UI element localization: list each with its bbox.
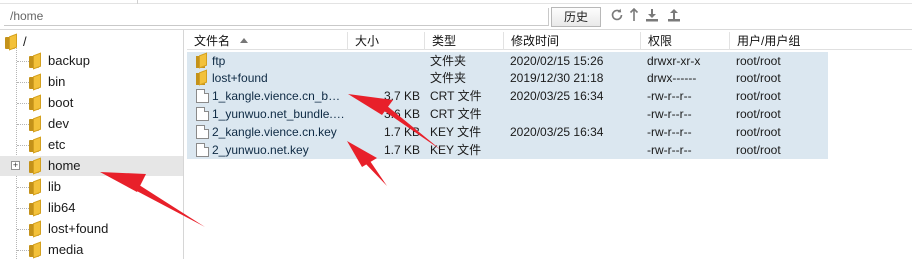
file-name: 2_kangle.vience.cn.key [212, 125, 337, 139]
tree-item-label: bin [48, 74, 66, 89]
file-icon [196, 89, 209, 103]
tree-item-label: boot [48, 95, 74, 110]
file-icon [196, 107, 209, 121]
file-list: 文件名 大小 类型 修改时间 权限 用户/用户组 ftp 文件夹 2020/02… [187, 30, 912, 259]
directory-tree: / backup bin boot dev etc + home lib lib [0, 30, 184, 259]
tree-item-lib64[interactable]: lib64 [0, 198, 183, 218]
tree-item-bin[interactable]: bin [0, 72, 183, 92]
folder-icon [29, 52, 45, 70]
file-perms: -rw-r--r-- [647, 107, 692, 121]
file-modified: 2020/03/25 16:34 [510, 89, 604, 103]
folder-icon [29, 199, 45, 217]
column-header-size[interactable]: 大小 [347, 32, 424, 50]
file-type: KEY 文件 [430, 125, 482, 139]
column-header-type[interactable]: 类型 [424, 32, 503, 50]
file-row[interactable]: 1_kangle.vience.cn_bundle.crt 3.7 KB CRT… [187, 87, 828, 105]
folder-open-icon [5, 33, 21, 51]
file-size: 3.6 KB [383, 107, 420, 121]
upload-icon[interactable] [666, 7, 682, 23]
file-icon [196, 125, 209, 139]
folder-icon [196, 69, 209, 86]
file-list-header: 文件名 大小 类型 修改时间 权限 用户/用户组 [187, 32, 912, 50]
file-perms: drwx------ [647, 71, 697, 85]
file-icon [196, 143, 209, 157]
file-owner: root/root [736, 125, 781, 139]
file-name: 1_kangle.vience.cn_bundle.crt [212, 89, 345, 103]
folder-icon [29, 73, 45, 91]
tree-item-root[interactable]: / [0, 32, 183, 52]
file-size: 1.7 KB [383, 143, 420, 157]
tree-item-lib[interactable]: lib [0, 177, 183, 197]
folder-icon [29, 136, 45, 154]
folder-icon [29, 157, 45, 175]
column-header-perms[interactable]: 权限 [640, 32, 729, 50]
file-row[interactable]: 1_yunwuo.net_bundle.crt 3.6 KB CRT 文件 -r… [187, 105, 828, 123]
tree-item-label: dev [48, 116, 69, 131]
file-owner: root/root [736, 107, 781, 121]
refresh-icon[interactable] [609, 7, 625, 23]
download-icon[interactable] [644, 7, 660, 23]
tree-item-home[interactable]: + home [0, 156, 183, 176]
up-icon[interactable] [626, 7, 642, 23]
column-header-owner[interactable]: 用户/用户组 [729, 32, 912, 50]
tree-item-dev[interactable]: dev [0, 114, 183, 134]
tree-item-label: etc [48, 137, 66, 152]
file-name: 1_yunwuo.net_bundle.crt [212, 107, 345, 121]
file-row[interactable]: lost+found 文件夹 2019/12/30 21:18 drwx----… [187, 69, 828, 87]
file-size: 1.7 KB [383, 125, 420, 139]
file-owner: root/root [736, 143, 781, 157]
tree-item-label: / [23, 34, 27, 49]
file-modified: 2020/02/15 15:26 [510, 54, 604, 68]
file-type: 文件夹 [430, 54, 467, 68]
tab-strip [0, 0, 912, 4]
file-perms: -rw-r--r-- [647, 89, 692, 103]
tree-item-media[interactable]: media [0, 240, 183, 259]
tree-item-label: lib [48, 179, 62, 194]
file-name: ftp [212, 54, 226, 68]
folder-icon [29, 94, 45, 112]
history-button[interactable]: 历史 [551, 7, 601, 27]
tree-item-label: lib64 [48, 200, 76, 215]
file-type: CRT 文件 [430, 89, 482, 103]
file-perms: -rw-r--r-- [647, 143, 692, 157]
tree-item-label: backup [48, 53, 90, 68]
file-name: lost+found [212, 71, 268, 85]
file-type: CRT 文件 [430, 107, 482, 121]
column-header-label: 文件名 [194, 34, 231, 48]
file-name: 2_yunwuo.net.key [212, 143, 309, 157]
file-type: KEY 文件 [430, 143, 482, 157]
file-row[interactable]: 2_yunwuo.net.key 1.7 KB KEY 文件 -rw-r--r-… [187, 141, 828, 159]
folder-icon [196, 52, 209, 69]
file-owner: root/root [736, 54, 781, 68]
file-owner: root/root [736, 89, 781, 103]
folder-icon [29, 115, 45, 133]
file-modified: 2019/12/30 21:18 [510, 71, 604, 85]
tree-item-label: home [48, 158, 81, 173]
file-perms: drwxr-xr-x [647, 54, 701, 68]
tree-item-boot[interactable]: boot [0, 93, 183, 113]
file-owner: root/root [736, 71, 781, 85]
tree-item-label: media [48, 242, 84, 257]
column-header-name[interactable]: 文件名 [187, 32, 347, 50]
sort-ascending-icon [240, 38, 249, 43]
tree-item-lost-found[interactable]: lost+found [0, 219, 183, 239]
file-size: 3.7 KB [383, 89, 420, 103]
folder-icon [29, 241, 45, 259]
toolbar: /home 历史 [0, 0, 912, 30]
expand-icon[interactable]: + [11, 161, 20, 170]
tree-item-backup[interactable]: backup [0, 51, 183, 71]
column-header-modified[interactable]: 修改时间 [503, 32, 640, 50]
file-type: 文件夹 [430, 71, 467, 85]
tree-item-label: lost+found [48, 221, 109, 236]
file-perms: -rw-r--r-- [647, 125, 692, 139]
file-row[interactable]: ftp 文件夹 2020/02/15 15:26 drwxr-xr-x root… [187, 52, 828, 70]
file-modified: 2020/03/25 16:34 [510, 125, 604, 139]
folder-icon [29, 220, 45, 238]
folder-icon [29, 178, 45, 196]
path-input[interactable]: /home [4, 8, 549, 26]
file-row[interactable]: 2_kangle.vience.cn.key 1.7 KB KEY 文件 202… [187, 123, 828, 141]
tree-item-etc[interactable]: etc [0, 135, 183, 155]
